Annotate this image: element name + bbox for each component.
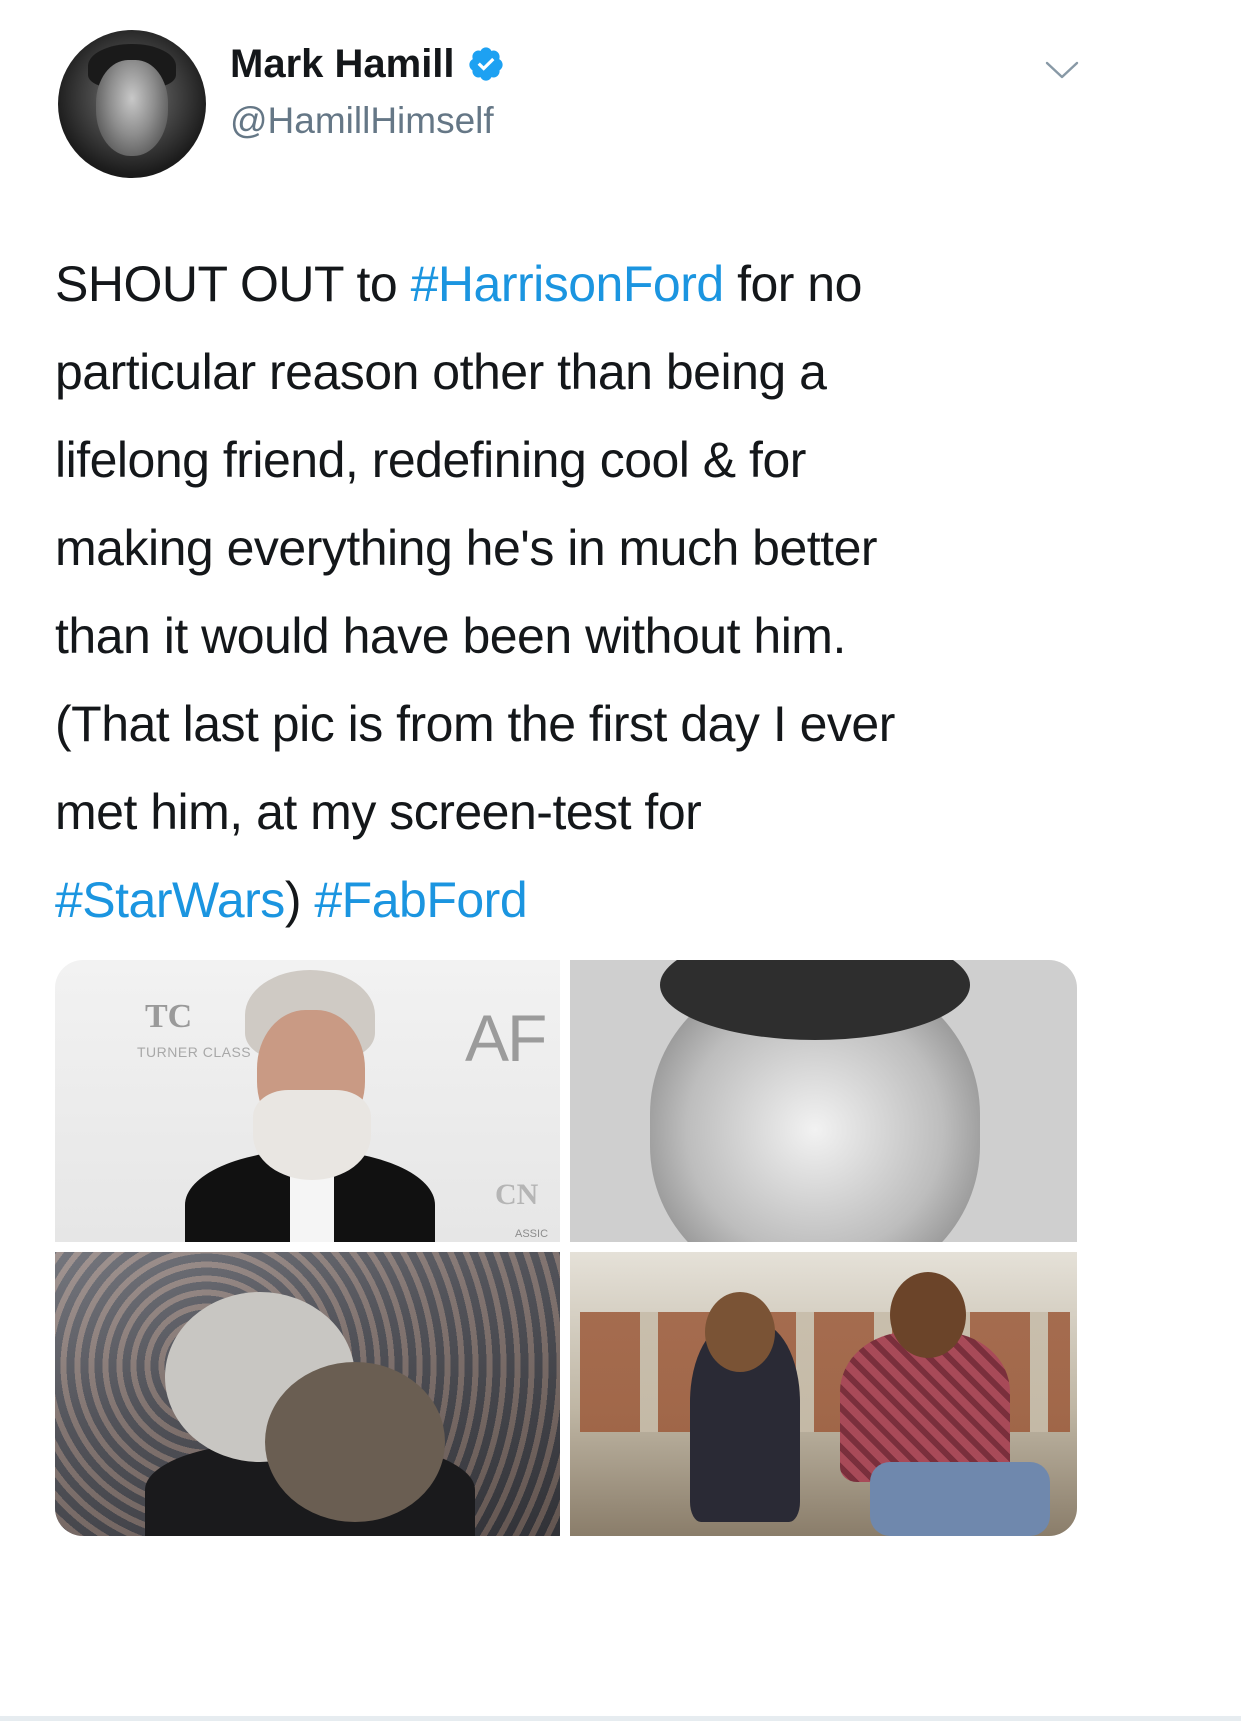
tweet-text-segment: making everything he's in much better	[55, 520, 878, 576]
tweet-text-line: met him, at my screen-test for	[55, 768, 1205, 856]
avatar-face	[96, 60, 168, 156]
photo-1-person	[185, 970, 435, 1242]
media-grid: TC TURNER CLASS AF CN ASSIC	[55, 960, 1077, 1536]
avatar[interactable]	[58, 30, 206, 178]
tweet-text-line: particular reason other than being a	[55, 328, 1205, 416]
tweet-text-line: than it would have been without him.	[55, 592, 1205, 680]
tweet-text-line: making everything he's in much better	[55, 504, 1205, 592]
photo-3-head-b	[265, 1362, 445, 1522]
tweet-text-line: #StarWars) #FabFord	[55, 856, 1205, 944]
divider	[0, 1716, 1241, 1721]
tweet-text-segment: lifelong friend, redefining cool & for	[55, 432, 806, 488]
tweet-text-line: (That last pic is from the first day I e…	[55, 680, 1205, 768]
photo-1-beard	[253, 1090, 371, 1180]
tweet-text-segment: for no	[723, 256, 862, 312]
photo-4-jeans	[870, 1462, 1050, 1536]
classic-logo-text: ASSIC	[515, 1228, 549, 1240]
tweet-text-line: SHOUT OUT to #HarrisonFord for no	[55, 240, 1205, 328]
photo-1-tile[interactable]: TC TURNER CLASS AF CN ASSIC	[55, 960, 560, 1242]
tweet-card: Mark Hamill @HamillHimself SHOUT OUT to …	[0, 0, 1241, 1721]
chevron-down-icon[interactable]	[1044, 58, 1080, 82]
author-name[interactable]: Mark Hamill	[230, 44, 505, 84]
photo-4-tile[interactable]	[570, 1252, 1077, 1536]
tweet-text-segment: than it would have been without him.	[55, 608, 846, 664]
photo-4-person-a-head	[705, 1292, 775, 1372]
author-display-name[interactable]: Mark Hamill	[230, 44, 455, 84]
photo-2-tile[interactable]	[570, 960, 1077, 1242]
tweet-text-line: lifelong friend, redefining cool & for	[55, 416, 1205, 504]
hashtag-link[interactable]: #StarWars	[55, 872, 285, 928]
tweet-text-segment: met him, at my screen-test for	[55, 784, 702, 840]
tweet-text-segment: SHOUT OUT to	[55, 256, 411, 312]
afi-logo: AF	[465, 1001, 547, 1075]
photo-3-tile[interactable]	[55, 1252, 560, 1536]
tweet-text-segment: )	[284, 872, 315, 928]
tweet-text: SHOUT OUT to #HarrisonFord for no particu…	[55, 240, 1205, 944]
hashtag-link[interactable]: #HarrisonFord	[411, 256, 725, 312]
cn-logo: CN	[495, 1178, 539, 1211]
author-handle[interactable]: @HamillHimself	[230, 102, 494, 139]
tweet-text-segment: (That last pic is from the first day I e…	[55, 696, 895, 752]
verified-badge-icon	[468, 47, 503, 81]
photo-4-person-b-head	[890, 1272, 966, 1358]
hashtag-link[interactable]: #FabFord	[314, 872, 527, 928]
tweet-text-segment: particular reason other than being a	[55, 344, 827, 400]
